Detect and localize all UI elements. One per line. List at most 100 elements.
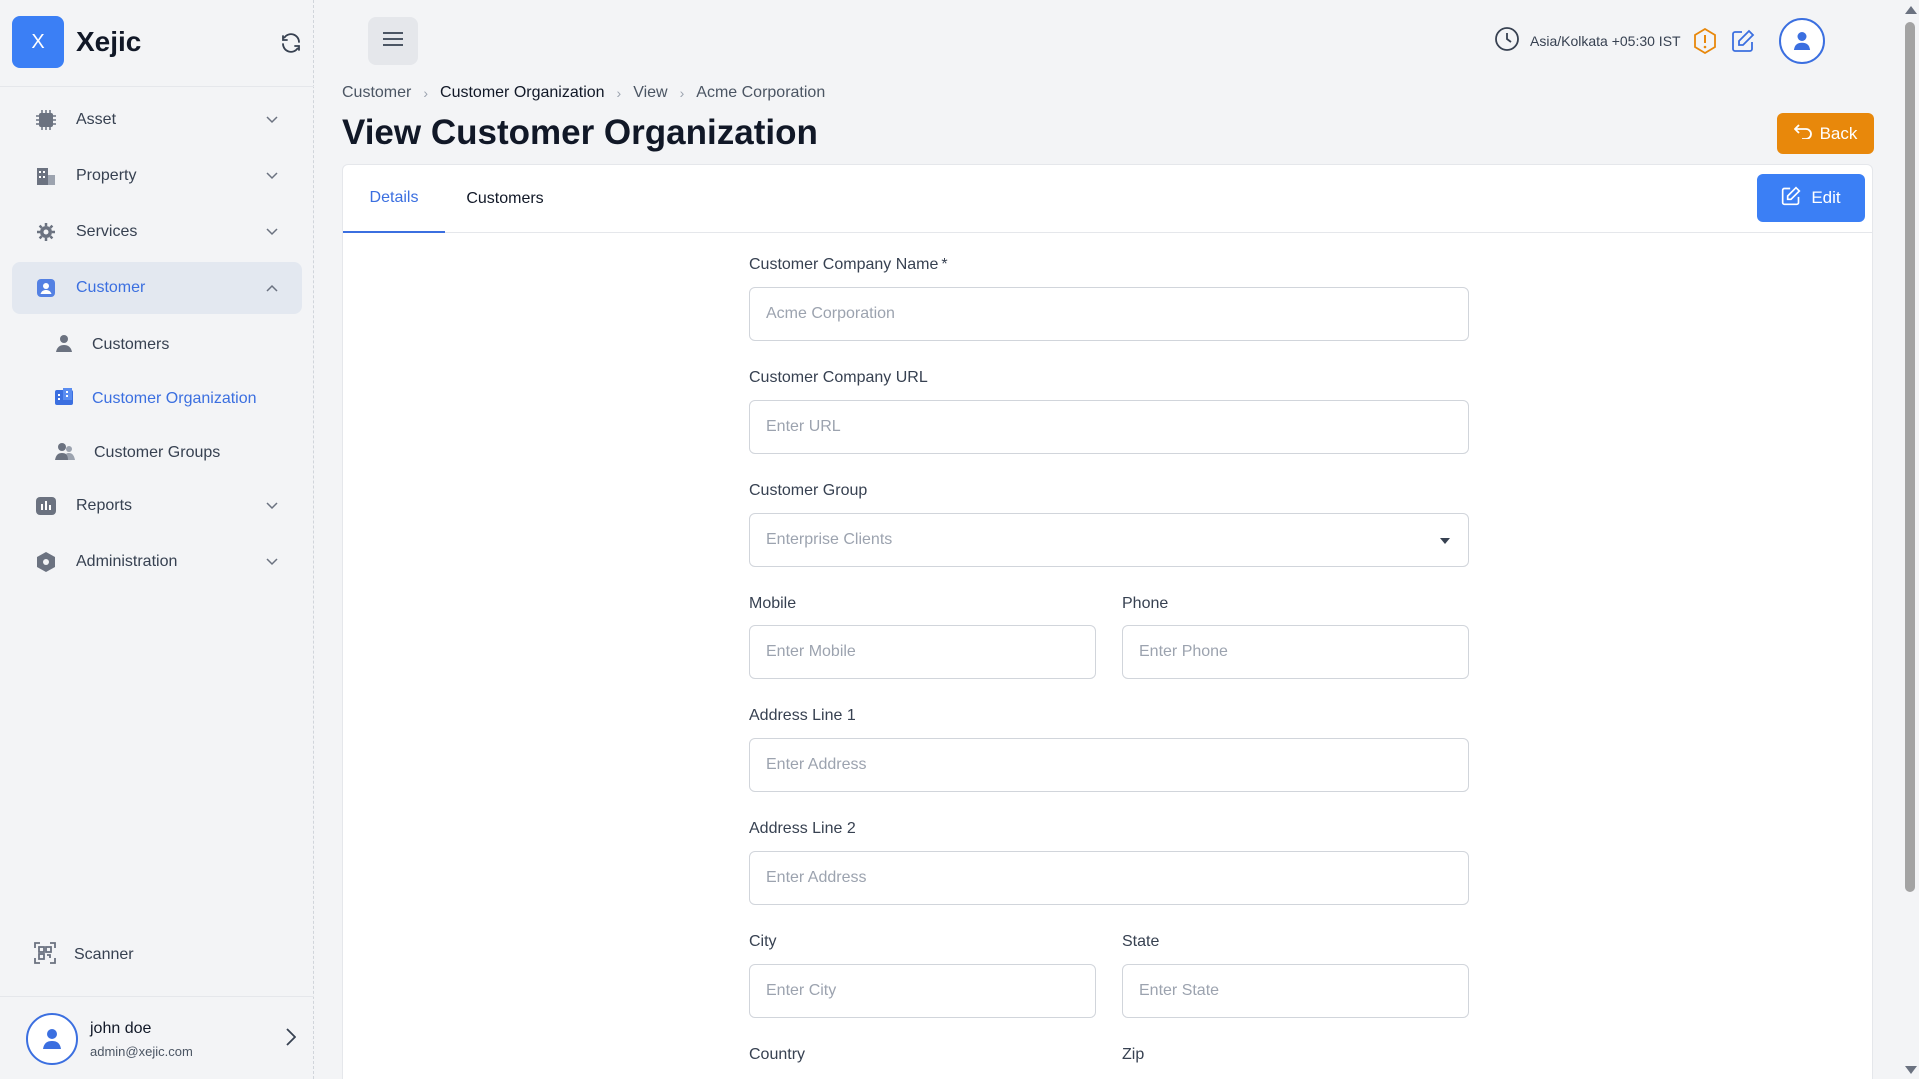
scanner-icon xyxy=(34,941,56,969)
timezone-label: Asia/Kolkata +05:30 IST xyxy=(1530,33,1681,49)
address-line-2-field[interactable]: Enter Address xyxy=(749,851,1469,905)
chevron-right-icon: › xyxy=(616,85,622,101)
caret-down-icon xyxy=(1440,538,1450,544)
company-url-field[interactable]: Enter URL xyxy=(749,400,1469,454)
clock-icon xyxy=(1494,26,1520,57)
tab-details[interactable]: Details xyxy=(343,165,445,233)
sidebar-item-customer[interactable]: Customer xyxy=(12,262,302,314)
breadcrumb-customer[interactable]: Customer xyxy=(342,84,411,102)
state-field[interactable]: Enter State xyxy=(1122,964,1469,1018)
tab-bar: Details Customers Edit xyxy=(343,165,1872,233)
sidebar-item-label: Customer xyxy=(76,279,146,296)
phone-label: Phone xyxy=(1122,595,1169,612)
back-button-label: Back xyxy=(1819,123,1858,143)
mobile-field[interactable]: Enter Mobile xyxy=(749,625,1096,679)
sidebar-item-label: Customers xyxy=(92,336,170,353)
profile-avatar-button[interactable] xyxy=(1778,18,1825,64)
chevron-right-icon: › xyxy=(423,85,429,101)
city-field[interactable]: Enter City xyxy=(749,964,1096,1018)
sidebar-item-customer-groups[interactable]: Customer Groups xyxy=(32,426,302,480)
sidebar-item-customers[interactable]: Customers xyxy=(32,318,302,372)
sidebar: X Xejic Asset Property Services Customer… xyxy=(0,0,314,1079)
sidebar-item-label: Reports xyxy=(76,497,133,514)
company-url-label: Customer Company URL xyxy=(749,369,928,386)
sidebar-item-label: Scanner xyxy=(74,946,134,963)
organization-icon xyxy=(54,387,74,412)
edit-button-label: Edit xyxy=(1811,188,1841,207)
customer-icon xyxy=(34,276,58,300)
user-info: john doe admin@xejic.com xyxy=(90,1020,286,1059)
address-line-2-label: Address Line 2 xyxy=(749,820,856,837)
sidebar-item-label: Customer Groups xyxy=(94,444,221,461)
hamburger-menu-button[interactable] xyxy=(368,17,418,65)
user-profile-card[interactable]: john doe admin@xejic.com xyxy=(26,1012,297,1066)
sidebar-item-label: Customer Organization xyxy=(92,390,257,407)
reports-icon xyxy=(34,494,58,518)
mobile-label: Mobile xyxy=(749,595,797,612)
breadcrumb-view: View xyxy=(633,84,668,101)
avatar xyxy=(26,1013,78,1065)
customer-group-label: Customer Group xyxy=(749,482,868,499)
sidebar-item-label: Asset xyxy=(76,111,117,128)
address-line-1-field[interactable]: Enter Address xyxy=(749,738,1469,792)
chip-icon xyxy=(34,108,58,132)
breadcrumb: Customer › Customer Organization › View … xyxy=(342,84,825,102)
undo-arrow-icon xyxy=(1793,123,1812,144)
hamburger-icon xyxy=(382,31,404,52)
edit-icon xyxy=(1781,185,1801,211)
customer-submenu: Customers Customer Organization Customer… xyxy=(12,318,302,480)
group-icon xyxy=(54,441,76,466)
sidebar-item-label: Property xyxy=(76,167,137,184)
sidebar-item-administration[interactable]: Administration xyxy=(12,536,302,588)
address-line-1-label: Address Line 1 xyxy=(749,707,856,724)
page-title: View Customer Organization xyxy=(342,113,818,152)
scroll-up-icon[interactable] xyxy=(1905,6,1917,14)
sidebar-nav: Asset Property Services Customer Custome… xyxy=(12,94,302,592)
details-card: Details Customers Edit Customer Company … xyxy=(342,164,1873,1079)
state-label: State xyxy=(1122,933,1160,950)
edit-note-icon[interactable] xyxy=(1729,27,1757,55)
sidebar-item-scanner[interactable]: Scanner xyxy=(12,929,302,981)
scroll-down-icon[interactable] xyxy=(1905,1066,1917,1074)
chevron-down-icon xyxy=(264,168,280,184)
sidebar-item-property[interactable]: Property xyxy=(12,150,302,202)
refresh-icon[interactable] xyxy=(276,28,306,58)
chevron-right-icon: › xyxy=(679,85,685,101)
gear-icon xyxy=(34,220,58,244)
company-name-label: Customer Company Name * xyxy=(749,256,948,274)
country-label: Country xyxy=(749,1046,806,1063)
warning-icon[interactable] xyxy=(1691,27,1719,55)
chevron-right-icon xyxy=(286,1027,297,1051)
brand[interactable]: X Xejic xyxy=(12,16,141,68)
company-name-label-text: Customer Company Name xyxy=(749,256,939,273)
sidebar-item-reports[interactable]: Reports xyxy=(12,480,302,532)
chevron-down-icon xyxy=(264,112,280,128)
sidebar-item-label: Services xyxy=(76,223,138,240)
breadcrumb-customer-organization[interactable]: Customer Organization xyxy=(440,84,605,102)
chevron-down-icon xyxy=(264,224,280,240)
page-scrollbar[interactable] xyxy=(1902,0,1919,1079)
sidebar-item-customer-organization[interactable]: Customer Organization xyxy=(32,372,302,426)
city-label: City xyxy=(749,933,777,950)
user-email: admin@xejic.com xyxy=(90,1043,193,1059)
zip-label: Zip xyxy=(1122,1046,1145,1063)
company-name-field[interactable]: Acme Corporation xyxy=(749,287,1469,341)
sidebar-item-asset[interactable]: Asset xyxy=(12,94,302,146)
sidebar-item-services[interactable]: Services xyxy=(12,206,302,258)
back-button[interactable]: Back xyxy=(1777,113,1874,154)
required-mark: * xyxy=(941,256,948,273)
edit-button[interactable]: Edit xyxy=(1757,174,1865,222)
phone-field[interactable]: Enter Phone xyxy=(1122,625,1469,679)
chevron-down-icon xyxy=(264,498,280,514)
customer-group-select[interactable]: Enterprise Clients xyxy=(749,513,1469,567)
topbar-right: Asia/Kolkata +05:30 IST xyxy=(1494,18,1825,64)
sidebar-divider xyxy=(0,996,314,997)
scroll-thumb[interactable] xyxy=(1905,22,1915,892)
person-icon xyxy=(54,333,74,358)
tab-customers[interactable]: Customers xyxy=(445,165,565,233)
chevron-up-icon xyxy=(264,280,280,296)
building-icon xyxy=(34,164,58,188)
sidebar-divider xyxy=(0,86,314,87)
breadcrumb-record: Acme Corporation xyxy=(696,84,826,101)
customer-group-value: Enterprise Clients xyxy=(766,531,893,548)
